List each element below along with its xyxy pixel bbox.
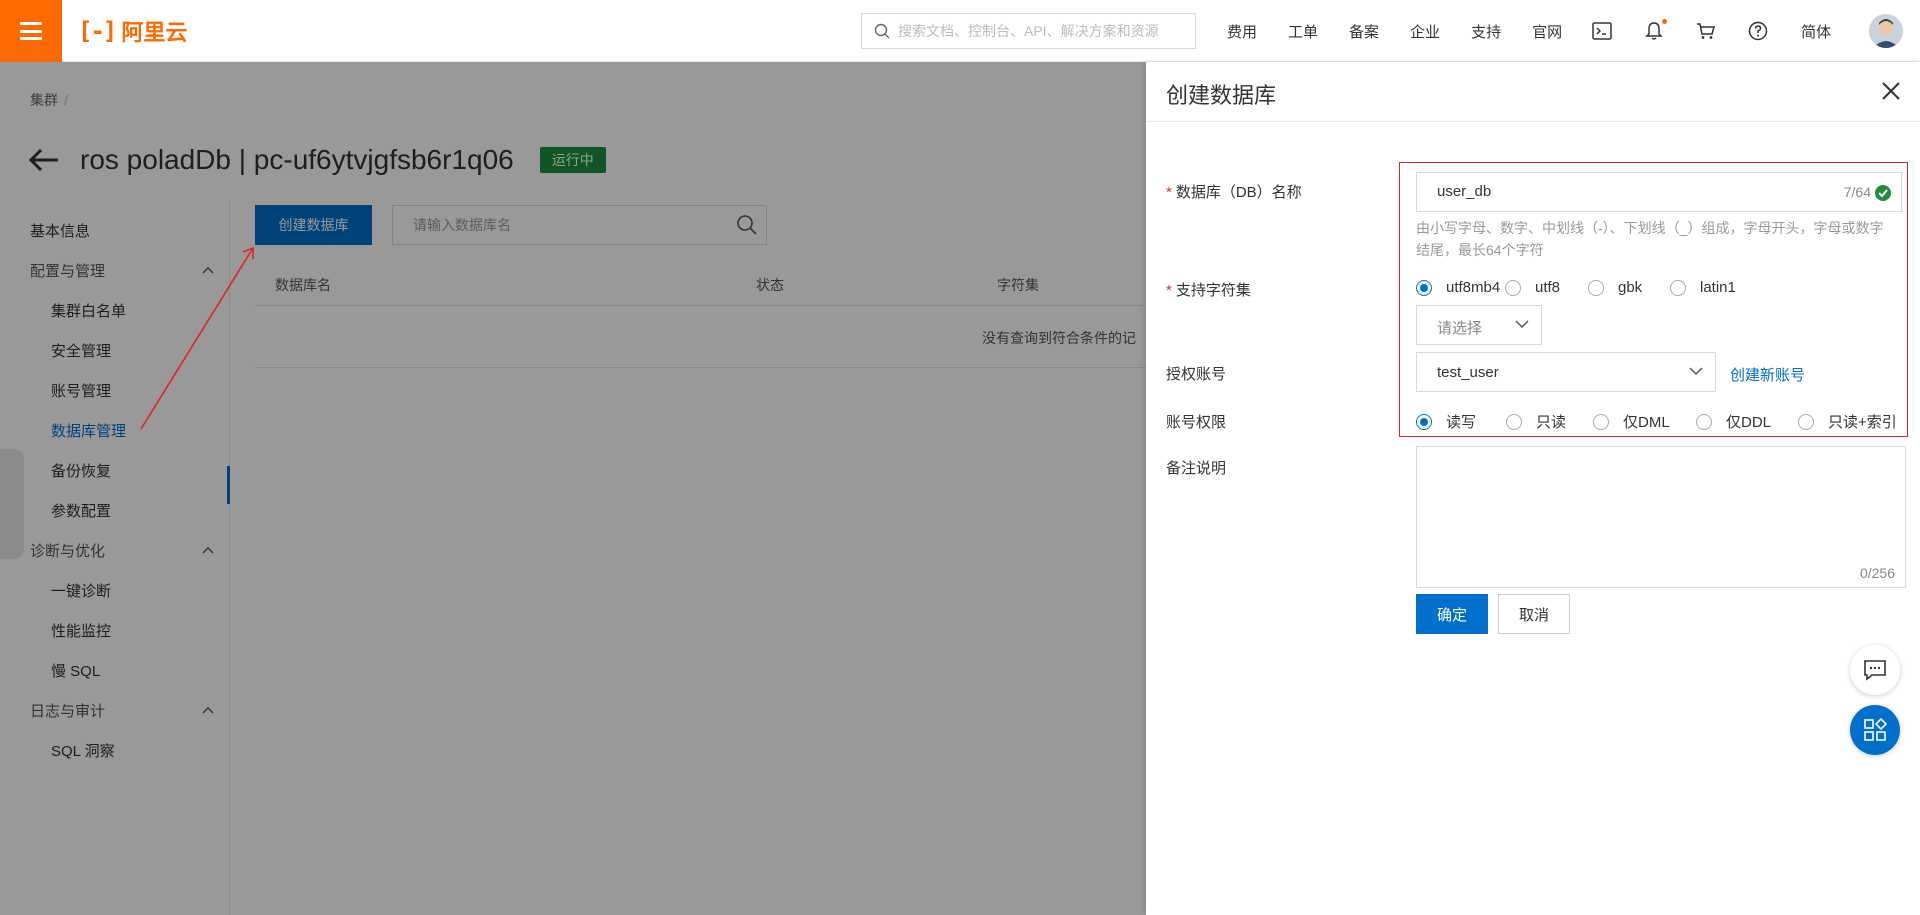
charset-option-label: utf8mb4 <box>1446 279 1501 296</box>
terminal-icon[interactable] <box>1591 20 1613 42</box>
confirm-button[interactable]: 确定 <box>1416 594 1488 634</box>
radio-circle <box>1798 413 1814 430</box>
perm-radio-read-write[interactable]: 读写 <box>1416 411 1506 432</box>
language-switch[interactable]: 简体 <box>1801 21 1831 42</box>
db-name-label: * 数据库（DB）名称 <box>1166 184 1302 201</box>
remark-label: 备注说明 <box>1166 460 1227 477</box>
apps-grid-icon <box>1864 718 1887 741</box>
charset-other-placeholder: 请选择 <box>1437 320 1483 337</box>
create-database-drawer: 创建数据库 * 数据库（DB）名称 user_db 7/64 由小写字母、数字、中… <box>1146 62 1920 915</box>
permission-radio-group: 读写 只读 仅DML 仅DDL 只读+索引 <box>1416 411 1897 432</box>
remark-counter: 0/256 <box>1859 565 1895 581</box>
db-name-hint: 由小写字母、数字、中划线（-）、下划线（_）组成，字母开头，字母或数字结尾，最长… <box>1416 220 1884 258</box>
hamburger-icon <box>20 22 42 40</box>
drawer-title: 创建数据库 <box>1166 83 1277 108</box>
top-bar: [-] 阿里云 搜索文档、控制台、API、解决方案和资源 费用 工单 备案 企业… <box>0 0 1920 62</box>
account-select[interactable]: test_user <box>1416 352 1716 392</box>
radio-circle <box>1696 413 1712 430</box>
radio-circle <box>1506 413 1522 430</box>
radio-circle <box>1593 413 1609 430</box>
charset-radio-utf8mb4[interactable]: utf8mb4 <box>1416 279 1505 296</box>
check-circle-icon <box>1875 185 1891 201</box>
perm-radio-read-only[interactable]: 只读 <box>1506 411 1593 432</box>
modal-overlay[interactable] <box>0 62 1146 915</box>
nav-billing[interactable]: 费用 <box>1227 21 1257 42</box>
cart-icon[interactable] <box>1695 20 1717 42</box>
perm-option-label: 仅DDL <box>1726 414 1772 431</box>
cancel-button[interactable]: 取消 <box>1498 594 1570 634</box>
perm-option-label: 读写 <box>1446 414 1477 431</box>
notification-dot <box>1662 19 1668 24</box>
search-icon <box>874 23 890 39</box>
charset-label: * 支持字符集 <box>1166 282 1251 299</box>
aliyun-logo[interactable]: [-] 阿里云 <box>78 16 187 46</box>
db-name-label-text: 数据库（DB）名称 <box>1175 184 1302 201</box>
radio-circle <box>1670 279 1686 296</box>
db-name-counter: 7/64 <box>1843 184 1871 200</box>
perm-radio-dml-only[interactable]: 仅DML <box>1593 411 1696 432</box>
nav-support[interactable]: 支持 <box>1471 21 1501 42</box>
chevron-down-icon <box>1689 367 1703 376</box>
radio-circle <box>1505 279 1521 296</box>
charset-option-label: latin1 <box>1700 279 1736 296</box>
perm-radio-read-only-index[interactable]: 只读+索引 <box>1798 411 1897 432</box>
perm-option-label: 只读+索引 <box>1828 414 1897 431</box>
nav-ticket[interactable]: 工单 <box>1288 21 1318 42</box>
nav-enterprise[interactable]: 企业 <box>1410 21 1440 42</box>
db-name-input[interactable]: user_db 7/64 <box>1416 172 1902 212</box>
perm-option-label: 只读 <box>1536 414 1567 431</box>
create-account-link[interactable]: 创建新账号 <box>1730 364 1805 385</box>
account-label: 授权账号 <box>1166 366 1227 383</box>
permission-label: 账号权限 <box>1166 414 1227 431</box>
logo-mark: [-] <box>78 17 117 45</box>
charset-radio-latin1[interactable]: latin1 <box>1670 279 1736 296</box>
menu-button[interactable] <box>0 0 62 62</box>
perm-radio-ddl-only[interactable]: 仅DDL <box>1696 411 1798 432</box>
radio-circle-checked <box>1416 279 1432 296</box>
radio-circle <box>1588 279 1604 296</box>
charset-other-select[interactable]: 请选择 <box>1416 305 1542 345</box>
user-avatar[interactable] <box>1869 14 1903 48</box>
bell-icon[interactable] <box>1643 19 1668 42</box>
drawer-header: 创建数据库 <box>1146 62 1920 122</box>
chat-button[interactable] <box>1850 645 1900 695</box>
help-icon[interactable] <box>1747 20 1769 42</box>
top-nav: 费用 工单 备案 企业 支持 官网 简体 <box>1210 0 1845 62</box>
charset-radio-utf8[interactable]: utf8 <box>1505 279 1588 296</box>
radio-circle-checked <box>1416 413 1432 430</box>
close-icon[interactable] <box>1880 80 1902 102</box>
db-name-value: user_db <box>1437 183 1492 200</box>
charset-option-label: gbk <box>1618 279 1643 296</box>
global-search-input[interactable]: 搜索文档、控制台、API、解决方案和资源 <box>861 13 1196 49</box>
search-placeholder: 搜索文档、控制台、API、解决方案和资源 <box>898 23 1159 39</box>
nav-official-site[interactable]: 官网 <box>1532 21 1562 42</box>
account-value: test_user <box>1437 364 1499 381</box>
charset-label-text: 支持字符集 <box>1175 282 1251 299</box>
remark-textarea[interactable]: 0/256 <box>1416 446 1906 588</box>
charset-radio-group: utf8mb4 utf8 gbk latin1 <box>1416 279 1736 296</box>
chat-icon <box>1864 660 1886 681</box>
logo-text: 阿里云 <box>121 20 188 45</box>
charset-radio-gbk[interactable]: gbk <box>1588 279 1670 296</box>
nav-icp[interactable]: 备案 <box>1349 21 1379 42</box>
apps-button[interactable] <box>1850 705 1900 755</box>
perm-option-label: 仅DML <box>1623 414 1670 431</box>
chevron-down-icon <box>1515 320 1529 329</box>
charset-option-label: utf8 <box>1535 279 1561 296</box>
